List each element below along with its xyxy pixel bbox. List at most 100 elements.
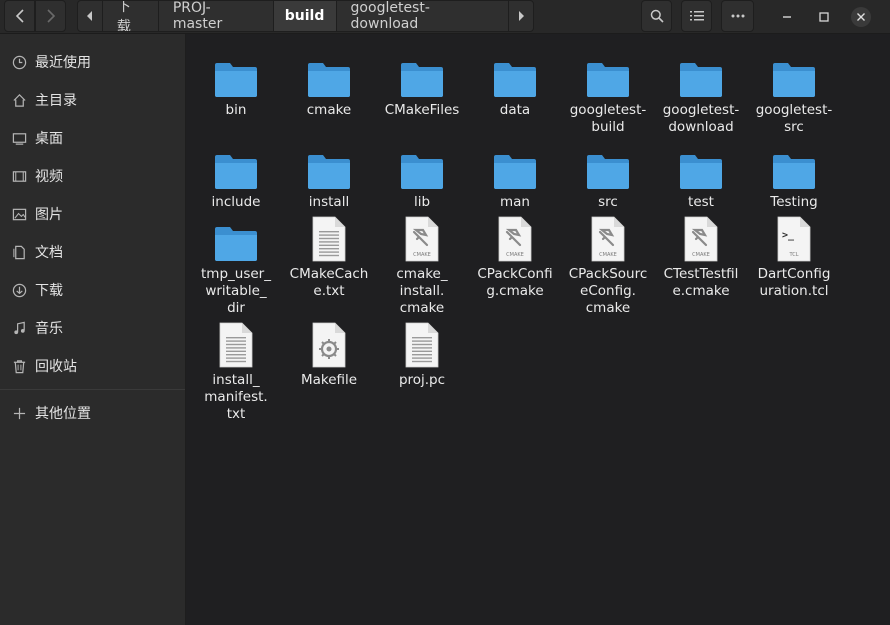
file-item[interactable]: include <box>192 142 280 211</box>
file-item[interactable]: googletest-build <box>564 50 652 136</box>
file-item[interactable]: Testing <box>750 142 838 211</box>
file-item-label: src <box>564 194 652 211</box>
sidebar-item-label: 音乐 <box>35 321 63 337</box>
crumb-build[interactable]: build <box>272 1 336 31</box>
path-scroll-right-button[interactable] <box>508 1 533 31</box>
tcl-badge-text: TCL <box>788 252 798 258</box>
maximize-button[interactable] <box>813 6 835 28</box>
file-item[interactable]: CMakeCach e.txt <box>285 214 373 300</box>
sidebar-item-downloads[interactable]: 下载 <box>0 274 185 306</box>
file-item[interactable]: install_ manifest. txt <box>192 320 280 423</box>
file-item-label: CMakeFiles <box>378 102 466 119</box>
close-button-bg <box>851 7 871 27</box>
file-item-label-line: g.cmake <box>486 283 544 299</box>
file-item[interactable]: CMAKE CPackConfi g.cmake <box>471 214 559 300</box>
folder-icon <box>308 155 350 189</box>
minimize-button[interactable] <box>776 6 798 28</box>
file-item-label-line: cmake <box>399 300 445 316</box>
file-item[interactable]: cmake <box>285 50 373 119</box>
folder-icon <box>587 155 629 189</box>
terminal-prompt-text: >_ <box>782 230 795 241</box>
close-button[interactable] <box>850 6 872 28</box>
file-item-label: CPackConfi g.cmake <box>471 266 559 300</box>
close-icon <box>857 13 865 21</box>
file-item[interactable]: proj.pc <box>378 320 466 389</box>
forward-button[interactable] <box>35 0 66 32</box>
minimize-icon <box>783 16 791 18</box>
file-item[interactable]: src <box>564 142 652 211</box>
file-item-label-line: CPackConfi <box>477 266 553 282</box>
file-item[interactable]: Makefile <box>285 320 373 389</box>
file-item-label: data <box>471 102 559 119</box>
crumb-proj-master[interactable]: PROJ-master <box>157 1 273 31</box>
sidebar-item-videos[interactable]: 视频 <box>0 160 185 192</box>
folder-icon <box>773 63 815 97</box>
folder-icon <box>587 63 629 97</box>
file-item-icon <box>305 320 353 368</box>
file-item[interactable]: lib <box>378 142 466 211</box>
file-item-label-line: Makefile <box>300 372 358 388</box>
chevron-left-icon <box>15 9 24 23</box>
file-item[interactable]: bin <box>192 50 280 119</box>
sidebar-item-home[interactable]: 主目录 <box>0 84 185 116</box>
file-item-label: CTestTestfil e.cmake <box>657 266 745 300</box>
folder-icon <box>215 227 257 261</box>
file-item[interactable]: test <box>657 142 745 211</box>
menu-button[interactable] <box>721 0 754 32</box>
file-item-label-line: googletest- <box>662 102 740 118</box>
file-item-icon <box>305 50 353 98</box>
file-item-icon <box>212 50 260 98</box>
sidebar-item-documents[interactable]: 文档 <box>0 236 185 268</box>
sidebar: 最近使用 主目录 桌面 视频 图片 文档 下载 音乐 回收站 其他位置 <box>0 34 186 625</box>
file-item[interactable]: CMakeFiles <box>378 50 466 119</box>
file-item-label-line: src <box>598 194 618 210</box>
clock-icon <box>11 54 27 70</box>
file-item-icon: CMAKE <box>584 214 632 262</box>
folder-icon <box>215 155 257 189</box>
folder-icon <box>773 155 815 189</box>
folder-icon <box>680 63 722 97</box>
file-item[interactable]: >_ TCL DartConfig uration.tcl <box>750 214 838 300</box>
sidebar-item-music[interactable]: 音乐 <box>0 312 185 344</box>
file-item-icon <box>677 50 725 98</box>
cmake-file-icon: CMAKE <box>684 216 718 262</box>
file-item-label: googletest-build <box>564 102 652 136</box>
file-item-label-line: src <box>784 119 804 135</box>
crumb-googletest-download[interactable]: googletest-download <box>335 1 509 31</box>
list-icon <box>689 11 704 21</box>
file-item-icon <box>212 214 260 262</box>
crumb-downloads[interactable]: 下载 <box>101 1 158 31</box>
file-item-label-line: lib <box>413 194 431 210</box>
file-item[interactable]: googletest-src <box>750 50 838 136</box>
sidebar-item-recent[interactable]: 最近使用 <box>0 46 185 78</box>
file-item-label: googletest-download <box>657 102 745 136</box>
sidebar-item-other-locations[interactable]: 其他位置 <box>0 397 185 429</box>
file-item[interactable]: man <box>471 142 559 211</box>
back-button[interactable] <box>4 0 35 32</box>
file-item[interactable]: CMAKE CPackSourc eConfig. cmake <box>564 214 652 317</box>
file-item[interactable]: tmp_user_ writable_ dir <box>192 214 280 317</box>
file-item[interactable]: googletest-download <box>657 50 745 136</box>
file-item-icon: CMAKE <box>677 214 725 262</box>
file-item[interactable]: CMAKE CTestTestfil e.cmake <box>657 214 745 300</box>
sidebar-item-desktop[interactable]: 桌面 <box>0 122 185 154</box>
path-scroll-left-button[interactable] <box>78 1 102 31</box>
file-item[interactable]: CMAKE cmake_ install. cmake <box>378 214 466 317</box>
sidebar-item-trash[interactable]: 回收站 <box>0 350 185 382</box>
video-icon <box>11 168 27 184</box>
file-grid: bin cmake CMakeFiles data googletest-build go… <box>186 34 890 625</box>
file-item-label: googletest-src <box>750 102 838 136</box>
file-item[interactable]: install <box>285 142 373 211</box>
file-item-label-line: data <box>499 102 531 118</box>
view-options-button[interactable] <box>681 0 712 32</box>
search-button[interactable] <box>641 0 672 32</box>
file-item-label-line: manifest. <box>204 389 268 405</box>
download-icon <box>11 282 27 298</box>
file-item[interactable]: data <box>471 50 559 119</box>
text-file-icon <box>405 322 439 368</box>
text-file-icon <box>312 216 346 262</box>
sidebar-item-pictures[interactable]: 图片 <box>0 198 185 230</box>
file-item-icon <box>212 320 260 368</box>
text-file-icon <box>219 322 253 368</box>
sidebar-item-label: 图片 <box>35 207 63 223</box>
